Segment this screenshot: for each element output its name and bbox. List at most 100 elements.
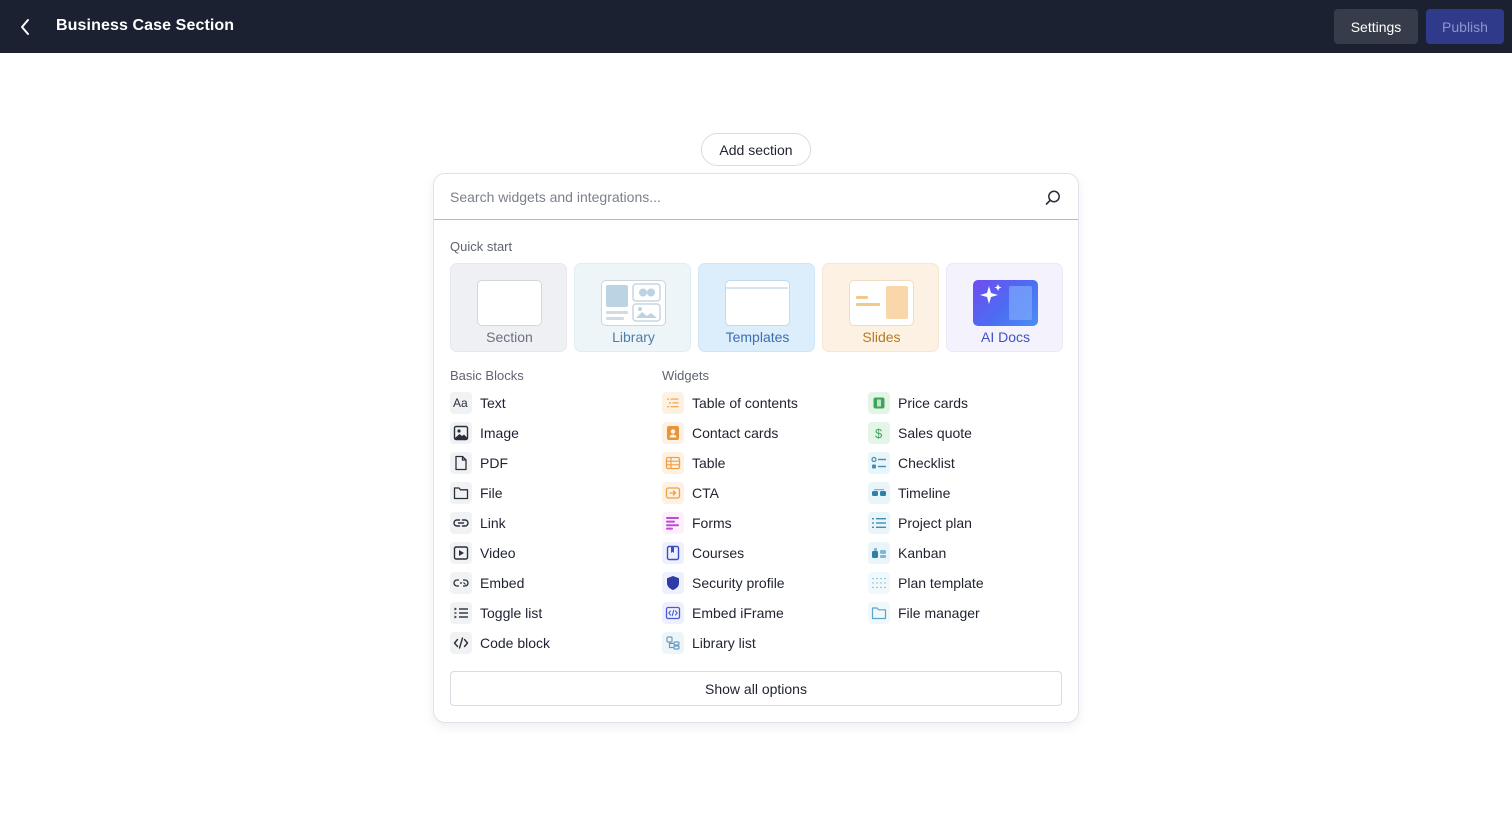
block-pdf[interactable]: PDF: [450, 451, 508, 475]
block-video[interactable]: Video: [450, 541, 516, 565]
courses-icon: [662, 542, 684, 564]
widget-picker-panel: Quick start Section Library: [433, 173, 1079, 723]
widget-embed-iframe[interactable]: Embed iFrame: [662, 601, 784, 625]
toggle-list-icon: [450, 602, 472, 624]
widget-kanban[interactable]: Kanban: [868, 541, 946, 565]
widget-table[interactable]: Table: [662, 451, 725, 475]
file-manager-icon: [868, 602, 890, 624]
library-thumbnail: [601, 280, 666, 326]
code-icon: [450, 632, 472, 654]
price-card-icon: [868, 392, 890, 414]
block-label: Toggle list: [480, 605, 543, 621]
svg-text:Aa: Aa: [453, 396, 468, 410]
chevron-left-icon: [21, 19, 29, 35]
block-label: Image: [480, 425, 519, 441]
search-bar: [434, 174, 1078, 220]
quick-start-section[interactable]: Section: [450, 263, 567, 352]
block-label: Video: [480, 545, 516, 561]
widget-cta[interactable]: CTA: [662, 481, 719, 505]
widget-label: Contact cards: [692, 425, 779, 441]
block-label: Code block: [480, 635, 551, 651]
link-icon: [450, 512, 472, 534]
image-icon: [450, 422, 472, 444]
widget-contact-cards[interactable]: Contact cards: [662, 421, 778, 445]
ai-docs-thumbnail: [973, 280, 1038, 326]
widget-sales-quote[interactable]: $ Sales quote: [868, 421, 972, 445]
widget-project-plan[interactable]: Project plan: [868, 511, 972, 535]
section-thumbnail: [477, 280, 542, 326]
quick-start-ai-docs[interactable]: AI Docs: [946, 263, 1063, 352]
add-section-button[interactable]: Add section: [701, 133, 811, 166]
quick-start-templates[interactable]: Templates: [698, 263, 815, 352]
widget-label: CTA: [692, 485, 719, 501]
slides-thumbnail: [849, 280, 914, 326]
block-file[interactable]: File: [450, 481, 503, 505]
quick-start-library[interactable]: Library: [574, 263, 691, 352]
widget-label: Library list: [692, 635, 756, 651]
widget-checklist[interactable]: Checklist: [868, 451, 955, 475]
quick-start-slides[interactable]: Slides: [822, 263, 939, 352]
plan-template-icon: [868, 572, 890, 594]
quick-start-library-label: Library: [612, 329, 655, 345]
widget-file-manager[interactable]: File manager: [868, 601, 980, 625]
quick-start-heading: Quick start: [450, 239, 513, 254]
publish-button[interactable]: Publish: [1426, 9, 1504, 44]
timeline-icon: [868, 482, 890, 504]
widget-plan-template[interactable]: Plan template: [868, 571, 984, 595]
widget-label: Security profile: [692, 575, 785, 591]
page-title: Business Case Section: [56, 17, 235, 34]
block-embed[interactable]: Embed: [450, 571, 524, 595]
folder-icon: [450, 482, 472, 504]
settings-button[interactable]: Settings: [1334, 9, 1418, 44]
widget-label: Forms: [692, 515, 732, 531]
widget-courses[interactable]: Courses: [662, 541, 744, 565]
block-code-block[interactable]: Code block: [450, 631, 550, 655]
forms-icon: [662, 512, 684, 534]
search-input[interactable]: [450, 187, 1030, 207]
widget-library-list[interactable]: Library list: [662, 631, 756, 655]
widget-label: Sales quote: [898, 425, 972, 441]
back-button[interactable]: [14, 15, 36, 39]
widget-timeline[interactable]: Timeline: [868, 481, 950, 505]
svg-text:$: $: [875, 426, 883, 441]
widget-label: Courses: [692, 545, 745, 561]
widgets-heading: Widgets: [662, 368, 709, 383]
block-label: PDF: [480, 455, 508, 471]
block-image[interactable]: Image: [450, 421, 519, 445]
kanban-icon: [868, 542, 890, 564]
quick-start-templates-label: Templates: [725, 329, 790, 345]
search-icon[interactable]: [1044, 189, 1062, 207]
block-link[interactable]: Link: [450, 511, 506, 535]
widget-label: Table: [692, 455, 726, 471]
widget-forms[interactable]: Forms: [662, 511, 732, 535]
top-bar: Business Case Section Settings Publish: [0, 0, 1512, 53]
library-list-icon: [662, 632, 684, 654]
widget-table-of-contents[interactable]: Table of contents: [662, 391, 798, 415]
show-all-options-button[interactable]: Show all options: [450, 671, 1062, 706]
widget-label: Checklist: [898, 455, 955, 471]
block-label: Embed: [480, 575, 525, 591]
templates-thumbnail: [725, 280, 790, 326]
pdf-icon: [450, 452, 472, 474]
block-text[interactable]: Aa Text: [450, 391, 506, 415]
basic-blocks-heading: Basic Blocks: [450, 368, 524, 383]
widget-label: File manager: [898, 605, 980, 621]
widget-label: Kanban: [898, 545, 947, 561]
text-icon: Aa: [450, 392, 472, 414]
embed-icon: [450, 572, 472, 594]
widget-label: Timeline: [898, 485, 951, 501]
widget-security-profile[interactable]: Security profile: [662, 571, 785, 595]
block-label: Link: [480, 515, 506, 531]
widget-label: Price cards: [898, 395, 969, 411]
widget-price-cards[interactable]: Price cards: [868, 391, 968, 415]
table-of-contents-icon: [662, 392, 684, 414]
block-label: File: [480, 485, 503, 501]
widget-label: Embed iFrame: [692, 605, 784, 621]
project-plan-icon: [868, 512, 890, 534]
shield-icon: [662, 572, 684, 594]
widget-label: Table of contents: [692, 395, 798, 411]
block-toggle-list[interactable]: Toggle list: [450, 601, 542, 625]
quick-start-slides-label: Slides: [862, 329, 901, 345]
widget-label: Project plan: [898, 515, 972, 531]
cta-icon: [662, 482, 684, 504]
